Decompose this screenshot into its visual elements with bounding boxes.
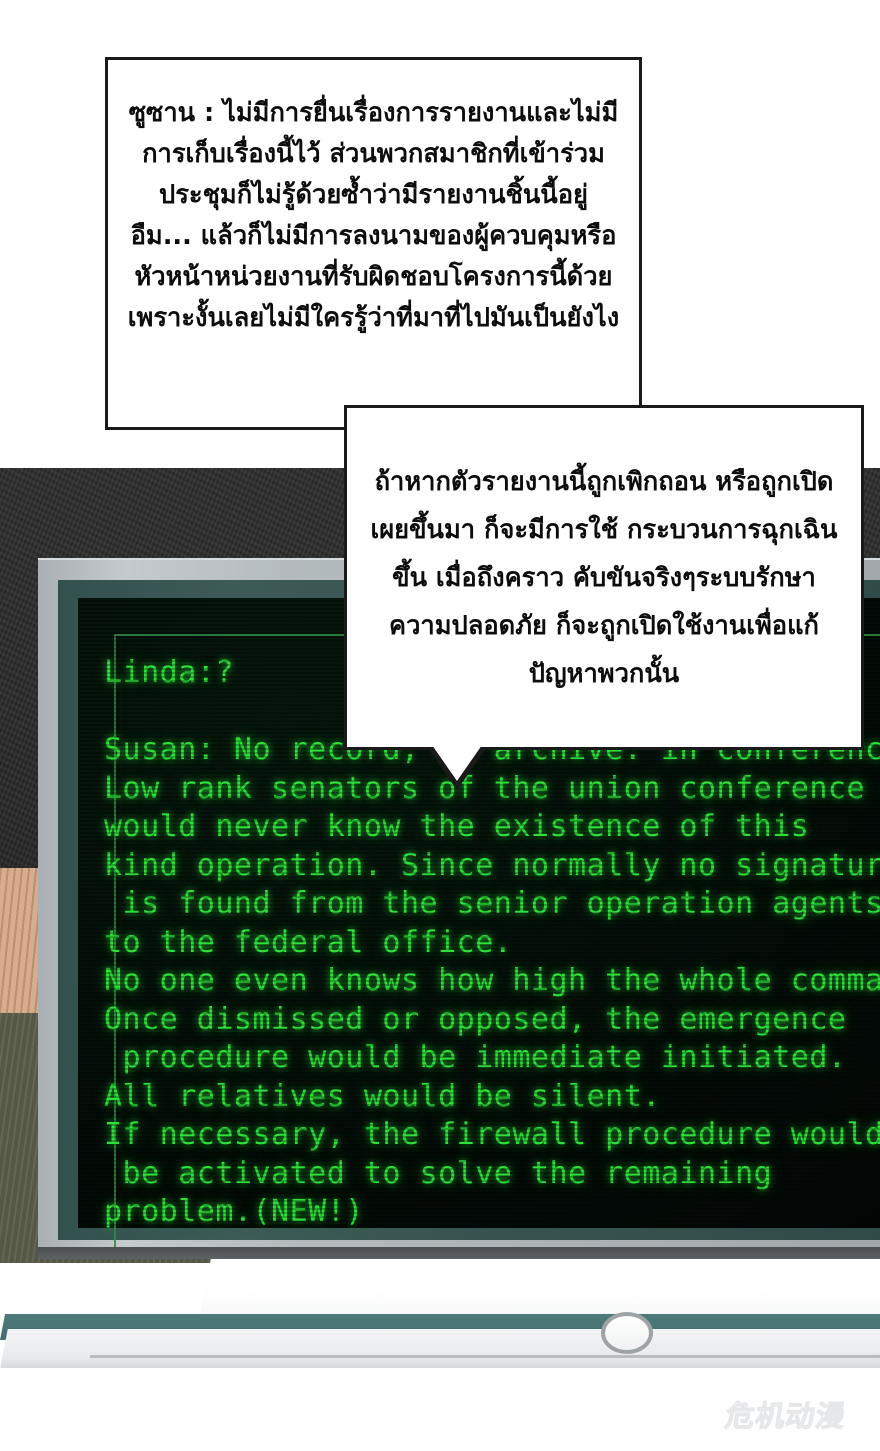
- speech-bubble-susan-text: ซูซาน : ไม่มีการยื่นเรื่องการรายงานและไม…: [127, 98, 620, 333]
- speech-bubble-tail-fill: [432, 745, 482, 781]
- speech-bubble-second-text: ถ้าหากตัวรายงานนี้ถูกเพิกถอน หรือถูกเปิด…: [370, 467, 838, 689]
- watermark: 危机动漫: [723, 1399, 849, 1434]
- monitor-base: [0, 1329, 880, 1369]
- speech-bubble-second: ถ้าหากตัวรายงานนี้ถูกเพิกถอน หรือถูกเปิด…: [344, 405, 864, 790]
- speech-bubble-susan: ซูซาน : ไม่มีการยื่นเรื่องการรายงานและไม…: [105, 57, 642, 430]
- power-button[interactable]: [601, 1312, 653, 1354]
- comic-panel: Linda:? Susan: No record, no archive. in…: [0, 0, 880, 1451]
- monitor-chin-shadow: [38, 1247, 880, 1259]
- monitor-base-edge: [89, 1355, 880, 1358]
